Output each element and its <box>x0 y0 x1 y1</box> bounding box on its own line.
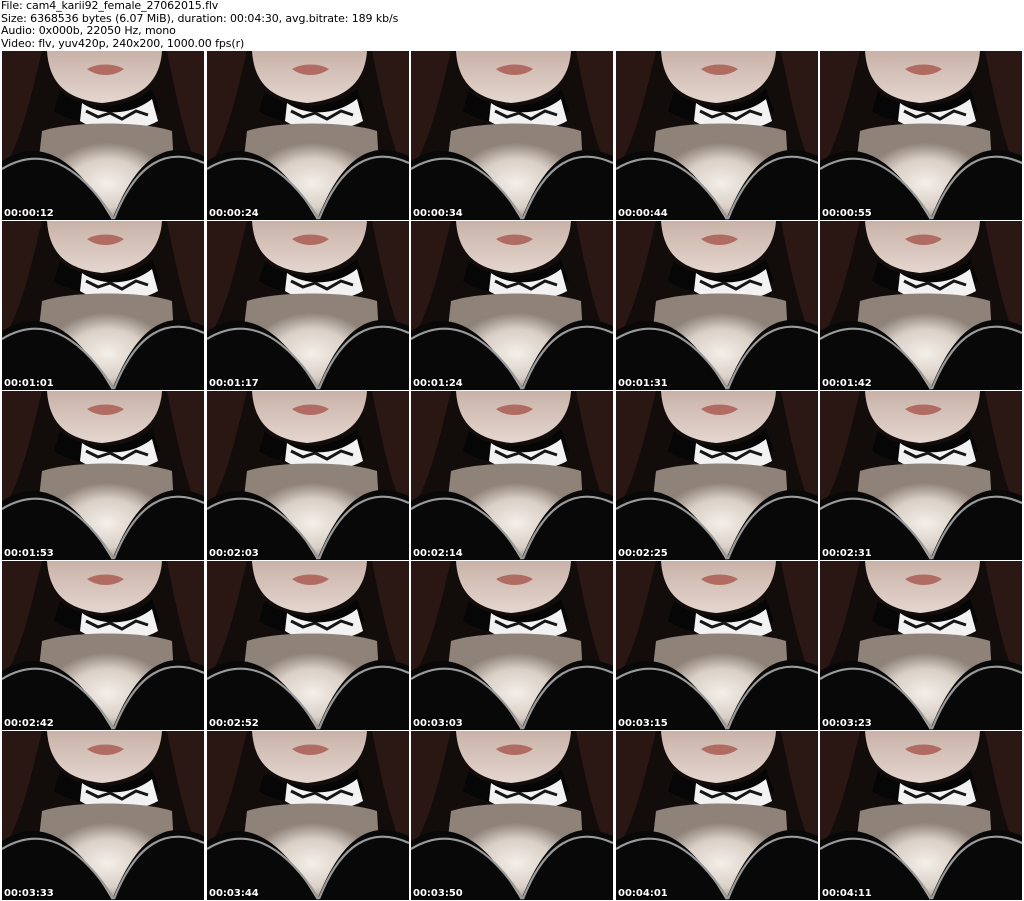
video-frame-thumbnail: 00:03:03 <box>411 561 613 730</box>
frame-timestamp: 00:00:24 <box>209 208 259 219</box>
video-frame-thumbnail: 00:03:44 <box>207 731 409 900</box>
frame-image <box>411 731 613 900</box>
frame-image <box>616 561 818 730</box>
frame-image <box>411 51 613 220</box>
frame-image <box>820 221 1022 390</box>
file-info-header: File: cam4_karii92_female_27062015.flv S… <box>1 0 1021 50</box>
video-frame-thumbnail: 00:01:42 <box>820 221 1022 390</box>
video-frame-thumbnail: 00:01:24 <box>411 221 613 390</box>
frame-timestamp: 00:03:15 <box>618 718 668 729</box>
frame-timestamp: 00:02:14 <box>413 548 463 559</box>
frame-image <box>207 391 409 560</box>
video-frame-thumbnail: 00:01:53 <box>2 391 204 560</box>
frame-timestamp: 00:01:01 <box>4 378 54 389</box>
frame-image <box>207 221 409 390</box>
frame-image <box>411 221 613 390</box>
frame-image <box>411 391 613 560</box>
video-frame-thumbnail: 00:04:11 <box>820 731 1022 900</box>
video-frame-thumbnail: 00:02:42 <box>2 561 204 730</box>
frame-image <box>2 221 204 390</box>
thumbnail-grid: 00:00:12 00:00:24 00:00:34 00:00:44 00:00:55… <box>0 51 1024 901</box>
frame-timestamp: 00:03:50 <box>413 888 463 899</box>
video-frame-thumbnail: 00:02:14 <box>411 391 613 560</box>
frame-image <box>616 391 818 560</box>
video-frame-thumbnail: 00:03:50 <box>411 731 613 900</box>
frame-image <box>207 561 409 730</box>
frame-image <box>2 51 204 220</box>
frame-timestamp: 00:03:03 <box>413 718 463 729</box>
video-frame-thumbnail: 00:00:12 <box>2 51 204 220</box>
video-frame-thumbnail: 00:02:31 <box>820 391 1022 560</box>
audio-info-line: Audio: 0x000b, 22050 Hz, mono <box>1 24 176 37</box>
frame-image <box>2 561 204 730</box>
frame-timestamp: 00:02:03 <box>209 548 259 559</box>
frame-timestamp: 00:00:12 <box>4 208 54 219</box>
video-frame-thumbnail: 00:03:15 <box>616 561 818 730</box>
video-frame-thumbnail: 00:00:55 <box>820 51 1022 220</box>
frame-timestamp: 00:04:01 <box>618 888 668 899</box>
video-frame-thumbnail: 00:04:01 <box>616 731 818 900</box>
video-frame-thumbnail: 00:01:17 <box>207 221 409 390</box>
frame-timestamp: 00:01:42 <box>822 378 872 389</box>
frame-timestamp: 00:00:44 <box>618 208 668 219</box>
frame-timestamp: 00:01:53 <box>4 548 54 559</box>
video-frame-thumbnail: 00:01:31 <box>616 221 818 390</box>
frame-image <box>616 221 818 390</box>
video-frame-thumbnail: 00:00:24 <box>207 51 409 220</box>
file-name-line: File: cam4_karii92_female_27062015.flv <box>1 0 219 12</box>
frame-timestamp: 00:03:33 <box>4 888 54 899</box>
video-frame-thumbnail: 00:03:23 <box>820 561 1022 730</box>
frame-image <box>2 391 204 560</box>
frame-image <box>820 731 1022 900</box>
frame-timestamp: 00:03:44 <box>209 888 259 899</box>
frame-timestamp: 00:02:31 <box>822 548 872 559</box>
frame-image <box>820 561 1022 730</box>
frame-image <box>2 731 204 900</box>
video-frame-thumbnail: 00:00:34 <box>411 51 613 220</box>
frame-timestamp: 00:02:42 <box>4 718 54 729</box>
frame-timestamp: 00:00:55 <box>822 208 872 219</box>
frame-image <box>207 51 409 220</box>
video-frame-thumbnail: 00:02:52 <box>207 561 409 730</box>
frame-image <box>411 561 613 730</box>
video-info-line: Video: flv, yuv420p, 240x200, 1000.00 fp… <box>1 36 245 50</box>
frame-timestamp: 00:01:17 <box>209 378 259 389</box>
video-frame-thumbnail: 00:00:44 <box>616 51 818 220</box>
frame-image <box>616 51 818 220</box>
frame-timestamp: 00:03:23 <box>822 718 872 729</box>
video-frame-thumbnail: 00:03:33 <box>2 731 204 900</box>
frame-image <box>820 391 1022 560</box>
frame-timestamp: 00:04:11 <box>822 888 872 899</box>
frame-timestamp: 00:00:34 <box>413 208 463 219</box>
frame-image <box>616 731 818 900</box>
video-frame-thumbnail: 00:02:03 <box>207 391 409 560</box>
video-frame-thumbnail: 00:01:01 <box>2 221 204 390</box>
frame-image <box>207 731 409 900</box>
frame-timestamp: 00:02:25 <box>618 548 668 559</box>
video-frame-thumbnail: 00:02:25 <box>616 391 818 560</box>
frame-timestamp: 00:02:52 <box>209 718 259 729</box>
frame-image <box>820 51 1022 220</box>
frame-timestamp: 00:01:31 <box>618 378 668 389</box>
frame-timestamp: 00:01:24 <box>413 378 463 389</box>
